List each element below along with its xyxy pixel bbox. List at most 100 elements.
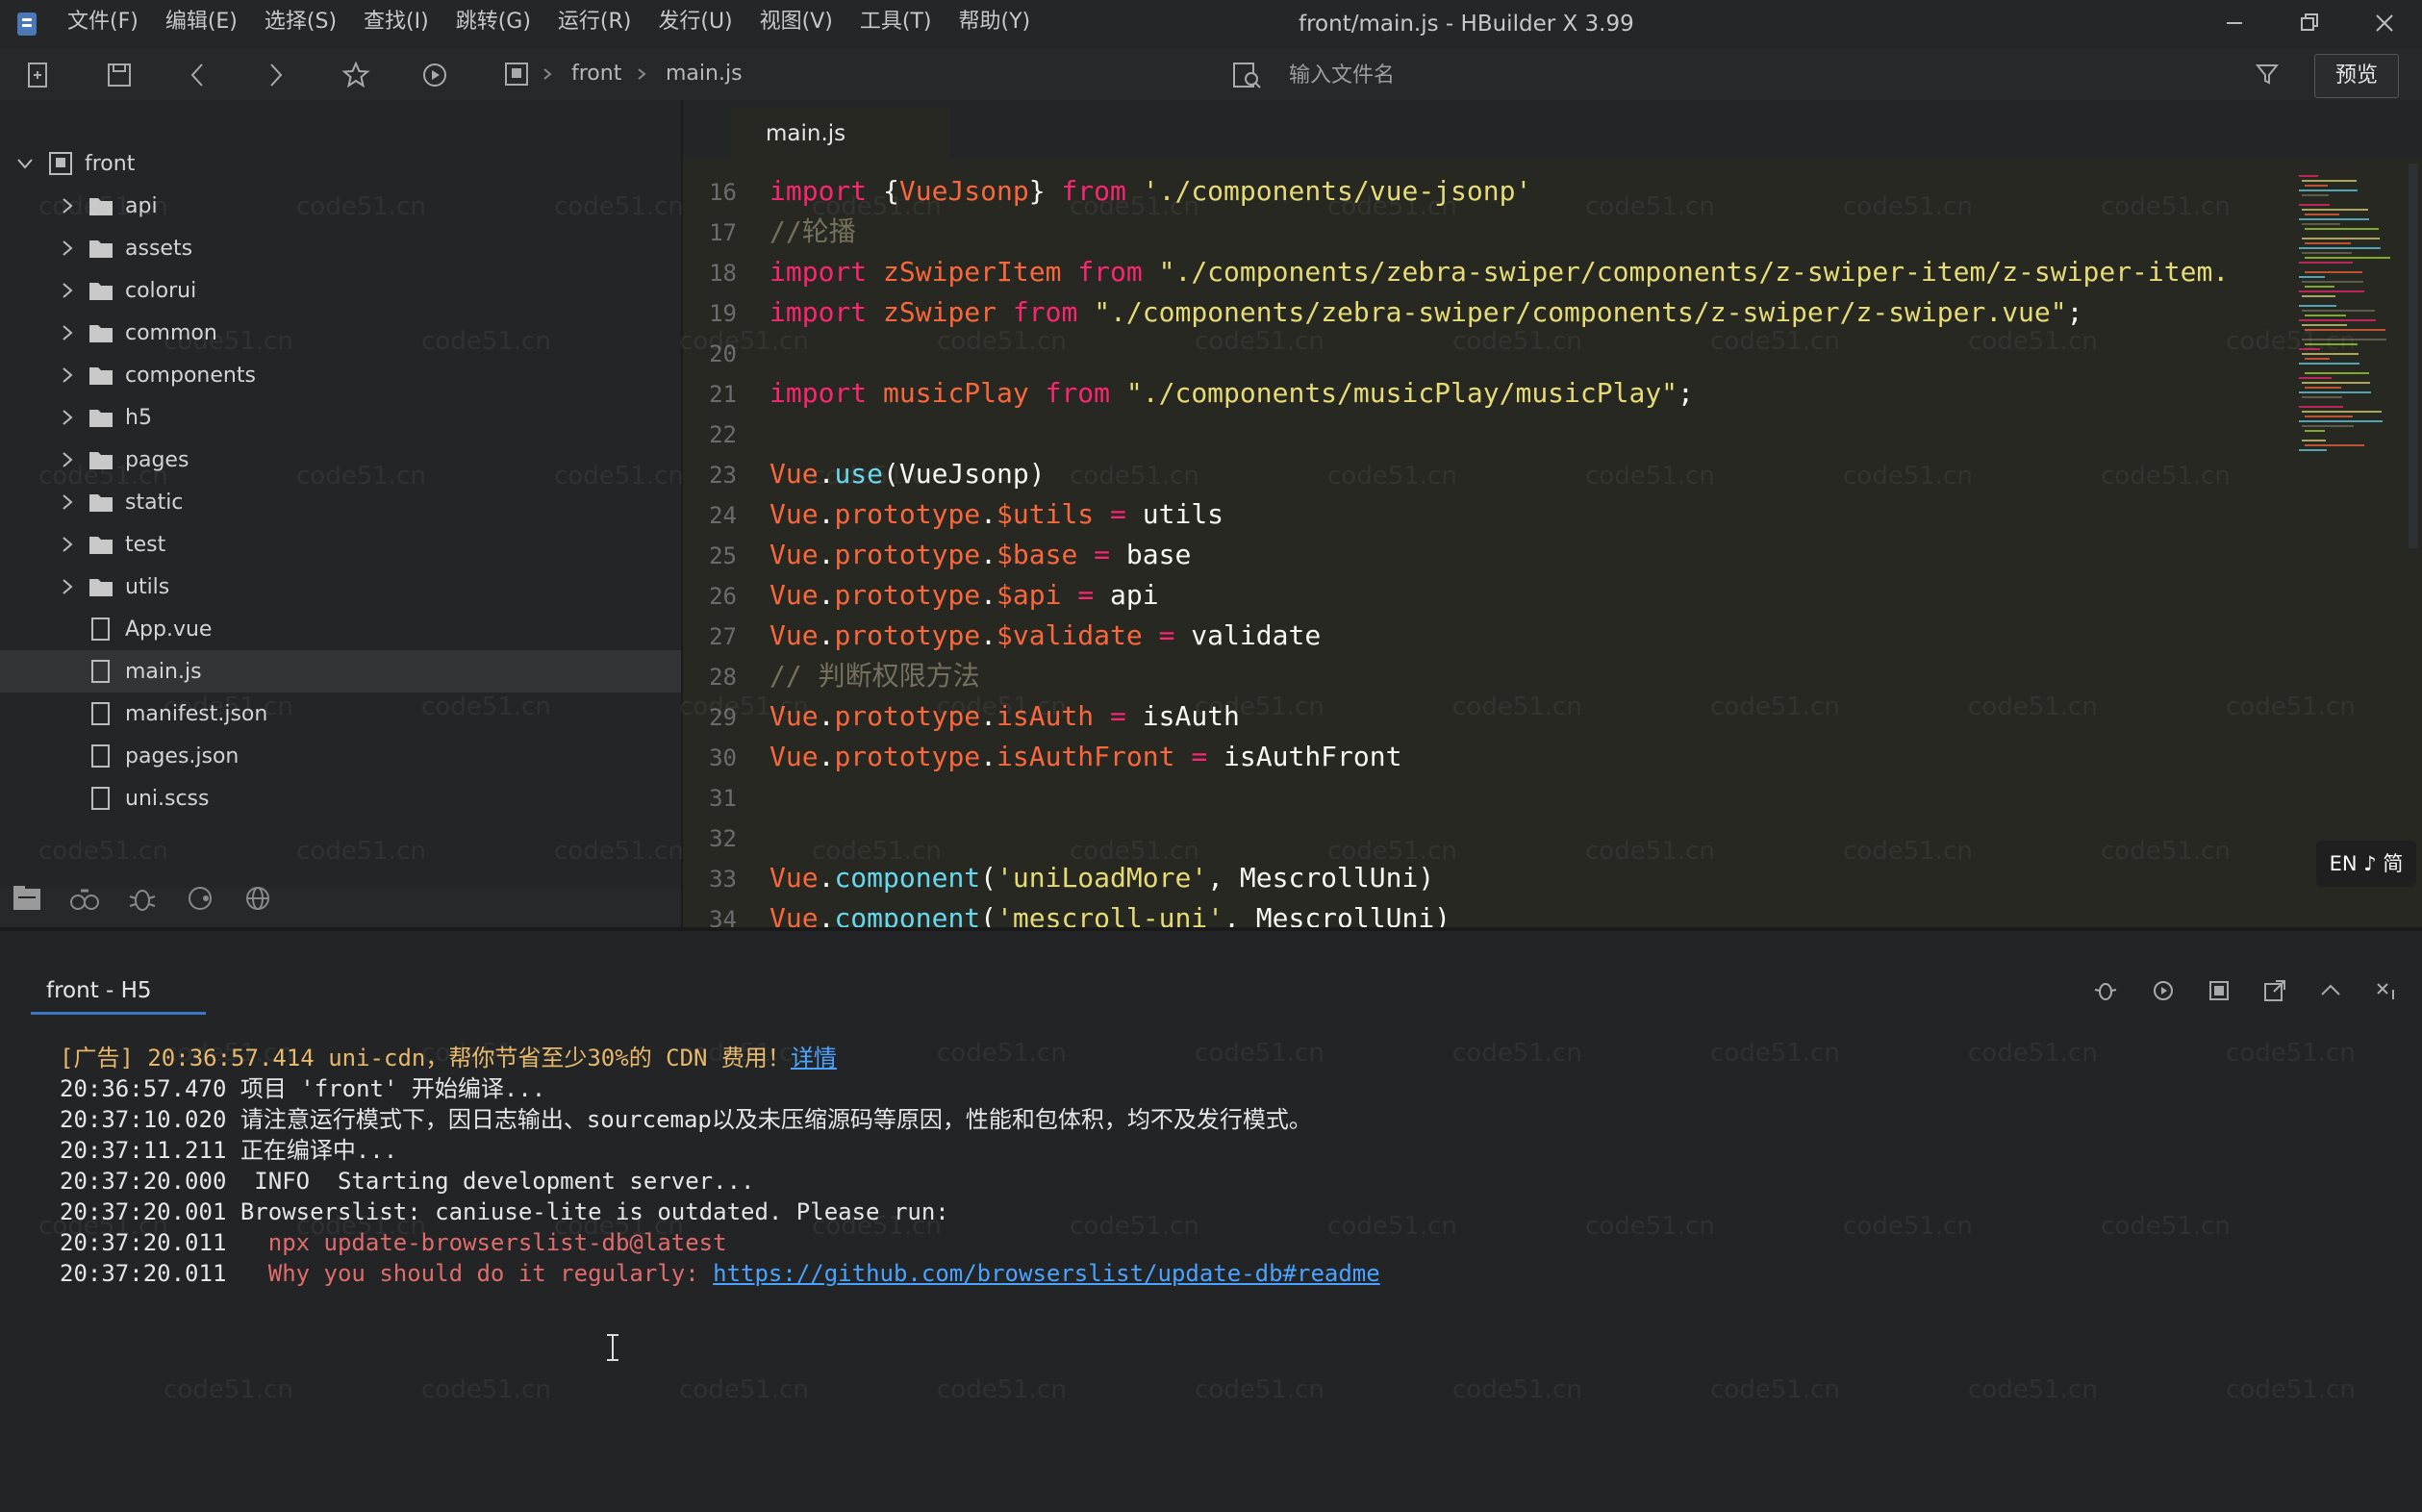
- console-log-line: [广告] 20:36:57.414 uni-cdn，帮你节省至少30%的 CDN…: [60, 1043, 837, 1073]
- menu-tools[interactable]: 工具(T): [860, 0, 932, 44]
- restore-button[interactable]: [2280, 0, 2339, 46]
- menu-bar: 文件(F) 编辑(E) 选择(S) 查找(I) 跳转(G) 运行(R) 发行(U…: [67, 0, 1057, 44]
- code-line[interactable]: 16 import {VueJsonp} from './components/v…: [683, 171, 2299, 212]
- code-token: =: [1110, 498, 1126, 530]
- log-link[interactable]: https://github.com/browserslist/update-d…: [713, 1260, 1380, 1287]
- preview-button[interactable]: 预览: [2314, 54, 2399, 98]
- breadcrumb-item-mainjs[interactable]: main.js: [666, 50, 743, 98]
- file-search-input[interactable]: 输入文件名: [1289, 50, 1395, 102]
- tree-folder-common[interactable]: common: [0, 312, 681, 354]
- console-tab-front-h5[interactable]: front - H5: [46, 970, 152, 1012]
- code-line[interactable]: 18 import zSwiperItem from "./components/…: [683, 252, 2299, 292]
- console-open-external-button[interactable]: [2258, 974, 2291, 1007]
- menu-help[interactable]: 帮助(Y): [958, 0, 1030, 44]
- forward-button[interactable]: [256, 56, 294, 94]
- browser-preview-icon[interactable]: [240, 881, 275, 916]
- close-button[interactable]: [2355, 0, 2414, 46]
- console-stop-button[interactable]: [2203, 974, 2235, 1007]
- code-line[interactable]: 22: [683, 414, 2299, 454]
- tree-file-manifest-json[interactable]: manifest.json: [0, 693, 681, 735]
- code-line[interactable]: 33 Vue.component('uniLoadMore', MescrollU…: [683, 858, 2299, 898]
- favorite-button[interactable]: [337, 56, 375, 94]
- tree-folder-components[interactable]: components: [0, 354, 681, 396]
- line-number: 20: [709, 340, 737, 367]
- source-control-icon[interactable]: [183, 881, 217, 916]
- code-line[interactable]: 31: [683, 777, 2299, 818]
- tree-folder-utils[interactable]: utils: [0, 566, 681, 608]
- line-number: 22: [709, 421, 737, 448]
- tree-folder-static[interactable]: static: [0, 481, 681, 523]
- run-button[interactable]: [416, 56, 454, 94]
- code-token: prototype: [834, 619, 981, 651]
- tree-folder-colorui[interactable]: colorui: [0, 269, 681, 312]
- code-line[interactable]: 19 import zSwiper from "./components/zebr…: [683, 292, 2299, 333]
- line-number: 26: [709, 583, 737, 610]
- save-button[interactable]: [100, 56, 139, 94]
- minimap-stroke: [2302, 324, 2347, 326]
- minimap-stroke: [2302, 180, 2357, 182]
- menu-edit[interactable]: 编辑(E): [165, 0, 238, 44]
- project-manager-icon[interactable]: [10, 881, 44, 916]
- console-tab-indicator: [31, 1012, 206, 1015]
- minimize-icon: [2227, 22, 2242, 24]
- tree-file-pages-json[interactable]: pages.json: [0, 735, 681, 777]
- tree-folder-pages[interactable]: pages: [0, 439, 681, 481]
- back-button[interactable]: [179, 56, 217, 94]
- code-line[interactable]: 32: [683, 818, 2299, 858]
- menu-run[interactable]: 运行(R): [558, 0, 631, 44]
- console-restart-button[interactable]: [2147, 974, 2180, 1007]
- code-token: .: [980, 700, 997, 732]
- menu-find[interactable]: 查找(I): [364, 0, 429, 44]
- minimap-stroke: [2305, 242, 2351, 244]
- code-token: zSwiper: [883, 296, 997, 328]
- tree-file-app-vue[interactable]: App.vue: [0, 608, 681, 650]
- code-line[interactable]: 17 //轮播: [683, 212, 2299, 252]
- console-collapse-button[interactable]: [2314, 974, 2347, 1007]
- menu-select[interactable]: 选择(S): [265, 0, 337, 44]
- menu-view[interactable]: 视图(V): [760, 0, 833, 44]
- tree-folder-h5[interactable]: h5: [0, 396, 681, 439]
- minimap-stroke: [2305, 214, 2339, 215]
- code-token: $utils: [997, 498, 1095, 530]
- tree-folder-test[interactable]: test: [0, 523, 681, 566]
- minimize-button[interactable]: [2205, 0, 2264, 46]
- console-divider[interactable]: [0, 927, 2422, 931]
- code-line[interactable]: 28 // 判断权限方法: [683, 656, 2299, 696]
- menu-goto[interactable]: 跳转(G): [456, 0, 531, 44]
- debug-bug-icon[interactable]: [125, 881, 160, 916]
- tree-file-main-js[interactable]: main.js: [0, 650, 681, 693]
- code-line[interactable]: 30 Vue.prototype.isAuthFront = isAuthFron…: [683, 737, 2299, 777]
- code-token: Vue: [769, 458, 819, 490]
- code-line[interactable]: 25 Vue.prototype.$base = base: [683, 535, 2299, 575]
- tree-folder-api[interactable]: api: [0, 185, 681, 227]
- code-line[interactable]: 26 Vue.prototype.$api = api: [683, 575, 2299, 616]
- filter-icon[interactable]: [2255, 62, 2280, 87]
- code-minimap[interactable]: [2297, 173, 2412, 452]
- code-token: import: [769, 256, 868, 288]
- tree-root-front[interactable]: front: [0, 142, 681, 185]
- code-line[interactable]: 24 Vue.prototype.$utils = utils: [683, 494, 2299, 535]
- tree-folder-assets[interactable]: assets: [0, 227, 681, 269]
- code-line[interactable]: 29 Vue.prototype.isAuth = isAuth: [683, 696, 2299, 737]
- code-line[interactable]: 27 Vue.prototype.$validate = validate: [683, 616, 2299, 656]
- code-line[interactable]: 21 import musicPlay from "./components/mu…: [683, 373, 2299, 414]
- log-link[interactable]: 详情: [791, 1045, 837, 1071]
- tree-file-uni-scss[interactable]: uni.scss: [0, 777, 681, 819]
- chevron-left-icon: [190, 63, 203, 87]
- code-line[interactable]: 23 Vue.use(VueJsonp): [683, 454, 2299, 494]
- editor-scrollbar[interactable]: [2409, 164, 2418, 548]
- menu-publish[interactable]: 发行(U): [658, 0, 732, 44]
- search-binoculars-icon[interactable]: [67, 881, 102, 916]
- new-file-button[interactable]: [19, 56, 58, 94]
- breadcrumb-item-front[interactable]: front: [571, 50, 621, 98]
- js-file-icon: [91, 660, 110, 683]
- code-line[interactable]: 20: [683, 333, 2299, 373]
- console-debug-button[interactable]: [2089, 974, 2122, 1007]
- chevron-right-icon: [63, 367, 73, 383]
- menu-file[interactable]: 文件(F): [67, 0, 139, 44]
- console-close-button[interactable]: [2370, 974, 2403, 1007]
